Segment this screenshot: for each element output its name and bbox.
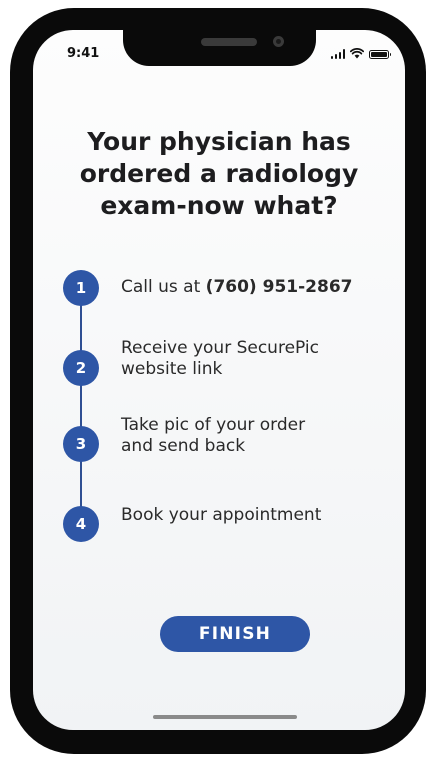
front-camera-icon [273, 36, 284, 47]
step-number-badge: 4 [63, 506, 99, 542]
step-text-line: website link [121, 359, 223, 379]
home-indicator[interactable] [153, 715, 297, 719]
status-icons [330, 48, 391, 59]
step-text-line: Receive your SecurePic [121, 338, 319, 358]
speaker-grille [201, 38, 257, 46]
page-title: Your physician has ordered a radiology e… [33, 126, 405, 222]
step-text: Call us at (760) 951-2867 [121, 277, 391, 298]
step-number-badge: 2 [63, 350, 99, 386]
title-line: Your physician has [87, 127, 351, 156]
step-text-line: Book your appointment [121, 505, 322, 525]
timeline-connector [80, 280, 82, 540]
title-line: exam-now what? [100, 191, 338, 220]
phone-notch [123, 30, 316, 66]
step-text: Book your appointment [121, 505, 391, 526]
signal-icon [330, 49, 345, 59]
phone-number: (760) 951-2867 [205, 277, 353, 297]
battery-icon [369, 50, 391, 59]
step-text: Receive your SecurePic website link [121, 338, 391, 380]
step-text-line: and send back [121, 436, 246, 456]
step-text-prefix: Call us at [121, 277, 206, 297]
status-time: 9:41 [67, 46, 100, 61]
finish-button[interactable]: FINISH [160, 616, 310, 652]
step-text: Take pic of your order and send back [121, 415, 391, 457]
wifi-icon [350, 48, 364, 59]
step-number-badge: 1 [63, 270, 99, 306]
phone-frame: 9:41 Your physician has ordered a radiol… [10, 8, 426, 754]
title-line: ordered a radiology [79, 159, 359, 188]
phone-screen: 9:41 Your physician has ordered a radiol… [33, 30, 405, 730]
step-number-badge: 3 [63, 426, 99, 462]
step-text-line: Take pic of your order [121, 415, 306, 435]
